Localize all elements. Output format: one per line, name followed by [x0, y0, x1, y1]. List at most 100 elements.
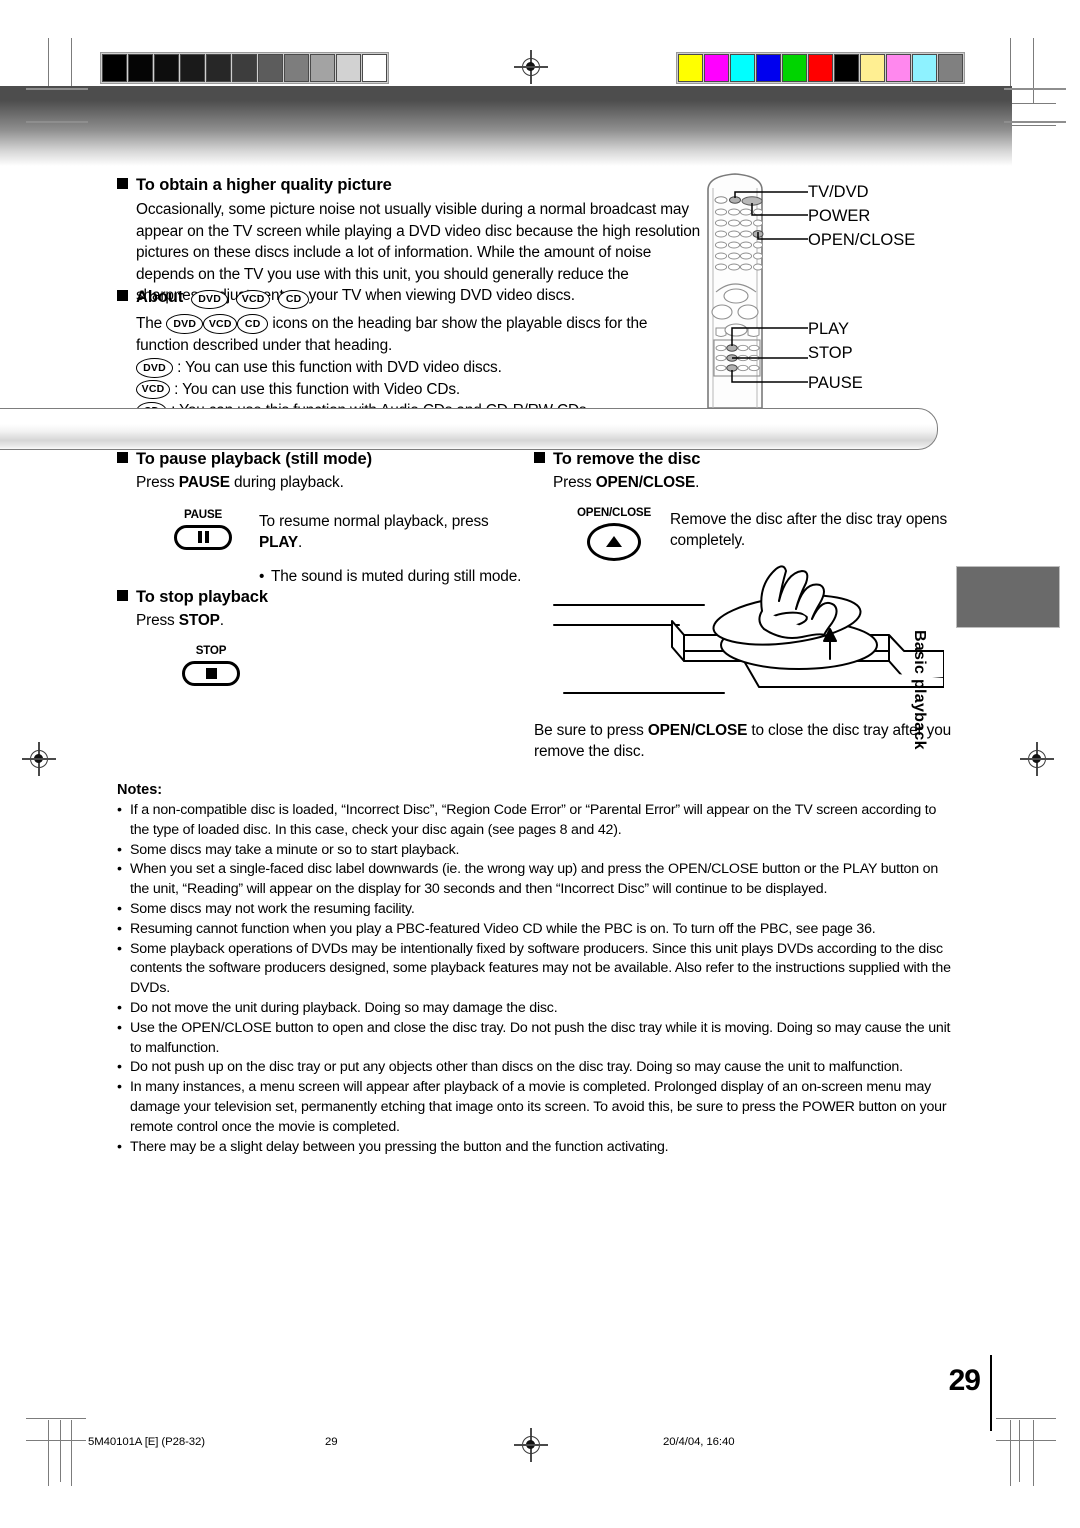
pause-key-name: PAUSE [178, 474, 230, 491]
remote-callout-pause: PAUSE [808, 374, 863, 392]
openclose-button-label: OPEN/CLOSE [576, 505, 652, 519]
crop-mark-line [26, 1418, 86, 1420]
grayscale-swatch [128, 54, 153, 82]
note-text: Some discs may not work the resuming fac… [130, 900, 415, 917]
registration-mark-top [514, 50, 548, 84]
cd-disc-icon: CD [237, 314, 269, 334]
press-word: Press [136, 612, 175, 629]
note-item: • In many instances, a menu screen will a… [117, 1078, 955, 1137]
grayscale-swatch [206, 54, 231, 82]
section-heading-bar [0, 408, 938, 450]
square-bullet-icon [534, 452, 545, 463]
color-swatch [860, 54, 885, 82]
openclose-key-name: OPEN/CLOSE [647, 721, 748, 739]
grayscale-swatch [232, 54, 257, 82]
square-bullet-icon [117, 452, 128, 463]
square-bullet-icon [117, 590, 128, 601]
about-intro: The DVD VCD CD icons on the heading bar sh… [136, 313, 702, 356]
remote-callout-play: PLAY [808, 320, 849, 338]
dot-bullet-icon: • [117, 900, 122, 917]
disc-tray-svg [553, 565, 945, 694]
pause-button-glyph [174, 524, 232, 550]
about-intro-before: The [136, 315, 163, 332]
resume-post: . [298, 534, 303, 552]
note-item: • Some playback operations of DVDs may be… [117, 940, 955, 999]
crop-mark-line [996, 1418, 1056, 1420]
color-swatch [756, 54, 781, 82]
heading-text: To obtain a higher quality picture [136, 176, 392, 194]
heading-text: To pause playback (still mode) [136, 450, 373, 468]
grayscale-swatch [180, 54, 205, 82]
grayscale-swatch [258, 54, 283, 82]
note-item: • Some discs may take a minute or so to s… [117, 841, 955, 861]
footer-job-code: 5M40101A [E] (P28-32) [88, 1436, 205, 1448]
pause-resume-note: To resume normal playback, press PLAY. •… [259, 508, 527, 588]
note-item: • If a non-compatible disc is loaded, “In… [117, 801, 955, 841]
grayscale-swatch [336, 54, 361, 82]
eject-icon [606, 536, 622, 548]
disc-tray-illustration [544, 563, 958, 718]
dvd-disc-icon: DVD [191, 289, 229, 309]
pause-button-label: PAUSE [183, 507, 223, 521]
section-remove-disc: To remove the disc Press OPEN/CLOSE. OPE… [534, 450, 958, 763]
note-text: When you set a single-faced disc label d… [130, 861, 939, 898]
print-footer: 5M40101A [E] (P28-32) 29 20/4/04, 16:40 [0, 1436, 1080, 1460]
note-item: • Use the OPEN/CLOSE button to open and c… [117, 1019, 955, 1059]
openclose-key-name: OPEN/CLOSE [595, 474, 696, 491]
remote-callout-power: POWER [808, 207, 871, 225]
resume-pre: To resume normal playback, press [259, 512, 489, 530]
grayscale-swatch [284, 54, 309, 82]
stop-icon [205, 667, 217, 679]
note-text: Some playback operations of DVDs may be … [130, 940, 951, 997]
stop-instruction: Press STOP. [136, 610, 527, 632]
square-bullet-icon [117, 178, 128, 189]
legend-text: : You can use this function with DVD vid… [177, 359, 502, 377]
heading-stop-playback: To stop playback [117, 588, 527, 607]
openclose-button-glyph [587, 522, 641, 561]
remote-callout-openclose: OPEN/CLOSE [808, 231, 916, 249]
manual-page: To obtain a higher quality picture Occas… [0, 0, 1080, 1528]
openclose-button-group: OPEN/CLOSE [558, 506, 670, 561]
dot-bullet-icon: • [117, 802, 122, 818]
color-swatch [808, 54, 833, 82]
footer-rule-left [60, 1420, 62, 1482]
dot-bullet-icon: • [117, 940, 122, 957]
note-text: In many instances, a menu screen will ap… [130, 1079, 947, 1135]
heading-text: About [136, 288, 184, 306]
play-key-name: PLAY [259, 534, 299, 552]
legend-text: : You can use this function with Video C… [174, 380, 461, 398]
pause-button-group: PAUSE [147, 508, 259, 588]
footer-page-number: 29 [325, 1436, 338, 1448]
color-swatch [938, 54, 963, 82]
footer-timestamp: 20/4/04, 16:40 [663, 1436, 735, 1448]
note-text: There may be a slight delay between you … [130, 1138, 669, 1155]
vcd-disc-icon: VCD [203, 314, 238, 334]
color-swatch [704, 54, 729, 82]
remote-callout-tvdvd: TV/DVD [808, 183, 869, 201]
vcd-disc-icon: VCD [236, 289, 271, 309]
color-swatch-group [676, 52, 965, 84]
vcd-disc-icon: VCD [136, 379, 170, 400]
heading-text: To remove the disc [553, 450, 701, 468]
band-tick [1004, 121, 1066, 123]
note-text: If a non-compatible disc is loaded, “Inc… [130, 802, 937, 838]
heading-text: To stop playback [136, 588, 268, 606]
dvd-disc-icon: DVD [166, 314, 204, 334]
color-swatch [834, 54, 859, 82]
color-swatch [886, 54, 911, 82]
notes-section: Notes: • If a non-compatible disc is load… [117, 782, 955, 1157]
instruction-tail: . [219, 612, 224, 629]
dot-bullet-icon: • [117, 1059, 122, 1076]
cd-disc-icon: CD [278, 289, 310, 309]
pause-button-row: PAUSE To resume normal playback, press P… [147, 508, 527, 588]
about-legend-dvd: DVD : You can use this function with DVD… [136, 357, 702, 379]
note-item: • Resuming cannot function when you play … [117, 920, 955, 940]
pause-sound-bullet: • The sound is muted during still mode. [259, 566, 527, 588]
note-text: Use the OPEN/CLOSE button to open and cl… [130, 1019, 951, 1056]
band-tick [1004, 88, 1066, 90]
remote-control-illustration: TV/DVD POWER OPEN/CLOSE PLAY STOP PAUSE [690, 168, 990, 418]
about-legend-vcd: VCD : You can use this function with Vid… [136, 379, 702, 401]
heading-about: About DVD VCD CD [117, 288, 702, 309]
heading-remove-disc: To remove the disc [534, 450, 958, 469]
notes-title: Notes: [117, 782, 163, 798]
